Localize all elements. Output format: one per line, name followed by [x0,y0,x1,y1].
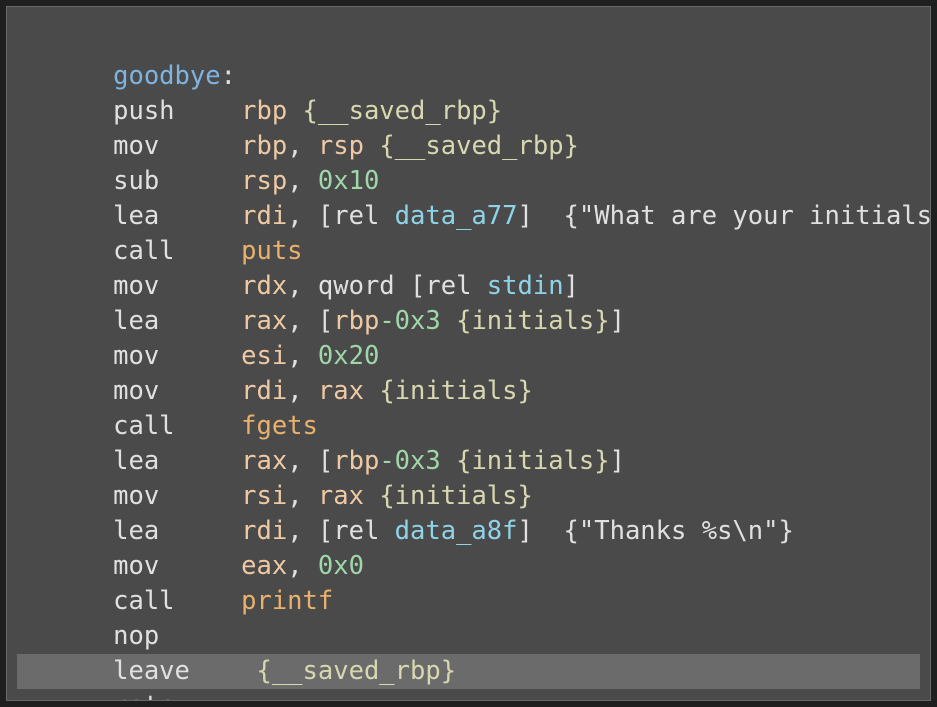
mnemonic: lea [113,306,160,336]
mnemonic: lea [113,516,160,546]
operand-register[interactable]: rsp [318,131,364,161]
operand-register[interactable]: rax [241,306,287,336]
stack-var-annotation[interactable]: {initials} [456,446,610,476]
mnemonic: mov [113,131,160,161]
operand-register[interactable]: eax [241,551,287,581]
disassembly-view: goodbye: push rbp {__saved_rbp} mov rbp, r… [6,6,931,701]
operand-immediate[interactable]: 0x20 [318,341,379,371]
mnemonic: mov [113,341,160,371]
operand-register[interactable]: rax [318,376,364,406]
mnemonic: mov [113,376,160,406]
operand-register[interactable]: rax [318,481,364,511]
operand-offset: -0x3 [379,306,441,336]
stack-var-annotation[interactable]: {initials} [456,306,610,336]
operand-symbol[interactable]: data_a8f [395,516,518,546]
operand-register[interactable]: rdi [241,201,287,231]
mnemonic: mov [113,481,160,511]
operand-immediate[interactable]: 0x0 [318,551,364,581]
operand-register[interactable]: rbp [241,96,287,126]
operand-register[interactable]: rdx [241,271,287,301]
operand-register[interactable]: rbp [241,131,287,161]
mnemonic: call [113,236,175,266]
stack-var-annotation[interactable]: {__saved_rbp} [303,96,503,126]
stack-var-annotation[interactable]: {initials} [379,481,533,511]
operand-register[interactable]: rsp [241,166,287,196]
operand-function[interactable]: puts [241,236,302,266]
operand-register[interactable]: rdi [241,376,287,406]
operand-immediate[interactable]: 0x10 [318,166,379,196]
operand-register[interactable]: rbp [333,306,379,336]
operand-register[interactable]: rsi [241,481,287,511]
operand-symbol[interactable]: data_a77 [395,201,518,231]
operand-register[interactable]: rdi [241,516,287,546]
mnemonic: retn [113,689,241,700]
operand-offset: -0x3 [379,446,441,476]
stack-var-annotation[interactable]: {__saved_rbp} [241,656,456,686]
stack-var-annotation[interactable]: {__saved_rbp} [379,131,579,161]
operand-symbol[interactable]: stdin [487,271,564,301]
function-label[interactable]: goodbye [113,61,220,91]
mnemonic: nop [113,621,160,651]
stack-var-annotation[interactable]: {initials} [379,376,533,406]
mnemonic: lea [113,201,160,231]
mnemonic: lea [113,446,160,476]
mnemonic: mov [113,551,160,581]
mnemonic: push [113,96,175,126]
mnemonic: mov [113,271,160,301]
function-label-line[interactable]: goodbye: [17,24,920,91]
mnemonic: call [113,586,175,616]
disassembly-listing: goodbye: push rbp {__saved_rbp} mov rbp, r… [17,24,930,700]
mnemonic: leave [113,656,190,686]
operand-function[interactable]: fgets [241,411,318,441]
string-annotation: {"Thanks %s\n"} [563,516,794,546]
label-colon: : [220,61,236,91]
operand-register[interactable]: rax [241,446,287,476]
string-annotation: {"What are your initials?"} [563,201,931,231]
mnemonic: sub [113,166,160,196]
operand-register[interactable]: esi [241,341,287,371]
mnemonic: call [113,411,175,441]
operand-function[interactable]: printf [241,586,333,616]
operand-register[interactable]: rbp [333,446,379,476]
